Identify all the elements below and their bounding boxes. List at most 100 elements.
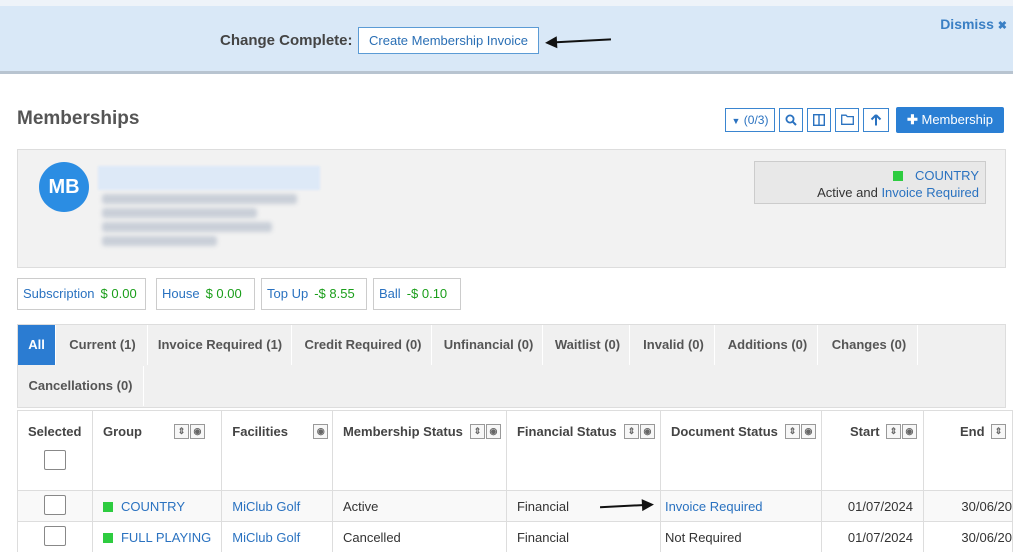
total-ball: Ball -$ 0.10 [373, 278, 461, 310]
column-label-start: Start [849, 424, 880, 439]
sort-icon[interactable]: ⇕ [173, 424, 189, 439]
table-row[interactable]: FULL PLAYING MiClub Golf Cancelled Finan… [17, 521, 1013, 552]
table-row[interactable]: COUNTRY MiClub Golf Active Financial Inv… [17, 490, 1013, 522]
column-header-membership-status: Membership Status ⇕ ◉ [331, 410, 507, 491]
column-label-group: Group [102, 424, 142, 439]
folder-button[interactable] [835, 108, 859, 132]
membership-filter-tabs: All Current (1) Invoice Required (1) Cre… [17, 324, 1006, 408]
document-status-cell: Not Required [659, 521, 822, 552]
facilities-link[interactable]: MiClub Golf [232, 499, 300, 514]
total-house: House $ 0.00 [156, 278, 255, 310]
column-header-selected: Selected [17, 410, 93, 491]
group-link[interactable]: COUNTRY [121, 499, 185, 514]
membership-status-cell: Active [331, 490, 507, 522]
tab-additions[interactable]: Additions (0) [718, 325, 818, 365]
avatar: MB [39, 162, 89, 212]
search-icon [785, 114, 797, 126]
end-date-cell: 30/06/20 [923, 521, 1013, 552]
dismiss-button[interactable]: Dismiss ✖ [940, 16, 1007, 32]
add-membership-button[interactable]: ✚ Membership [896, 107, 1004, 133]
member-name-redacted [98, 166, 320, 190]
column-header-end: End ⇕ [923, 410, 1013, 491]
member-summary-panel: MB COUNTRY Active and Invoice Required [17, 149, 1006, 268]
visibility-eye-icon[interactable]: ◉ [639, 424, 655, 439]
member-detail-redacted [102, 236, 217, 246]
member-detail-redacted [102, 208, 257, 218]
columns-button[interactable] [807, 108, 831, 132]
filter-dropdown-icon: ▼ [731, 116, 741, 126]
tab-unfinancial[interactable]: Unfinancial (0) [435, 325, 543, 365]
facilities-link[interactable]: MiClub Golf [232, 530, 300, 545]
column-label-facilities: Facilities [232, 424, 288, 439]
total-house-label[interactable]: House [162, 286, 200, 301]
upload-arrow-icon [870, 114, 882, 126]
end-date-cell: 30/06/20 [923, 490, 1013, 522]
status-text: Active and [817, 185, 882, 200]
total-top-up-value: -$ 8.55 [314, 286, 355, 301]
visibility-eye-icon[interactable]: ◉ [901, 424, 917, 439]
select-all-checkbox[interactable] [44, 450, 66, 470]
create-membership-invoice-button[interactable]: Create Membership Invoice [358, 27, 539, 54]
tab-invoice-required[interactable]: Invoice Required (1) [149, 325, 292, 365]
member-detail-redacted [102, 194, 297, 204]
change-complete-label: Change Complete: [220, 32, 353, 49]
row-select-checkbox[interactable] [43, 494, 66, 515]
pointer-arrow-icon [548, 38, 612, 44]
group-color-indicator [102, 501, 113, 512]
sort-icon[interactable]: ⇕ [885, 424, 901, 439]
document-status-link[interactable]: Invoice Required [665, 499, 763, 514]
tab-changes[interactable]: Changes (0) [821, 325, 918, 365]
search-button[interactable] [779, 108, 803, 132]
visibility-eye-icon[interactable]: ◉ [189, 424, 205, 439]
row-select-checkbox[interactable] [43, 525, 66, 546]
total-subscription: Subscription $ 0.00 [17, 278, 146, 310]
status-group-link[interactable]: COUNTRY [915, 168, 979, 183]
financial-status-cell: Financial [505, 521, 661, 552]
group-link[interactable]: FULL PLAYING [121, 530, 211, 545]
invoice-required-link[interactable]: Invoice Required [881, 185, 979, 200]
visibility-eye-icon[interactable]: ◉ [313, 424, 329, 439]
tab-invalid[interactable]: Invalid (0) [633, 325, 715, 365]
total-ball-label[interactable]: Ball [379, 286, 401, 301]
column-header-group: Group ⇕ ◉ [91, 410, 223, 491]
sort-icon[interactable]: ⇕ [784, 424, 800, 439]
membership-status-box: COUNTRY Active and Invoice Required [754, 161, 986, 204]
filter-count-label: (0/3) [743, 113, 769, 127]
column-label-end: End [960, 424, 985, 439]
sort-icon[interactable]: ⇕ [991, 424, 1006, 439]
total-subscription-value: $ 0.00 [100, 286, 137, 301]
column-header-facilities: Facilities ◉ [221, 410, 333, 491]
column-label-membership-status: Membership Status [342, 424, 463, 439]
column-label-document-status: Document Status [670, 424, 778, 439]
tab-all[interactable]: All [18, 325, 56, 365]
total-top-up-label[interactable]: Top Up [267, 286, 308, 301]
column-label-financial-status: Financial Status [516, 424, 617, 439]
total-subscription-label[interactable]: Subscription [23, 286, 95, 301]
sort-icon[interactable]: ⇕ [623, 424, 639, 439]
membership-status-cell: Cancelled [331, 521, 507, 552]
plus-icon: ✚ [906, 112, 918, 127]
total-ball-value: -$ 0.10 [406, 286, 448, 301]
column-header-document-status: Document Status ⇕ ◉ [659, 410, 822, 491]
change-complete-banner: Change Complete: Create Membership Invoi… [0, 0, 1013, 74]
close-icon: ✖ [997, 20, 1007, 32]
total-house-value: $ 0.00 [205, 286, 242, 301]
tab-waitlist[interactable]: Waitlist (0) [546, 325, 630, 365]
columns-icon [813, 114, 825, 126]
start-date-cell: 01/07/2024 [820, 490, 925, 522]
visibility-eye-icon[interactable]: ◉ [485, 424, 501, 439]
filter-dropdown-button[interactable]: ▼ (0/3) [725, 108, 775, 132]
status-color-indicator [893, 171, 904, 181]
visibility-eye-icon[interactable]: ◉ [800, 424, 816, 439]
add-membership-label: Membership [921, 112, 994, 127]
column-label-selected: Selected [28, 424, 82, 439]
dismiss-label: Dismiss [940, 16, 994, 32]
upload-button[interactable] [863, 108, 889, 132]
tab-cancellations[interactable]: Cancellations (0) [18, 366, 144, 406]
tab-current[interactable]: Current (1) [58, 325, 148, 365]
sort-icon[interactable]: ⇕ [469, 424, 485, 439]
member-detail-redacted [102, 222, 272, 232]
memberships-table: Selected Group ⇕ ◉ Facilities ◉ Membershi… [17, 410, 1013, 552]
tab-credit-required[interactable]: Credit Required (0) [295, 325, 432, 365]
group-color-indicator [102, 532, 113, 543]
